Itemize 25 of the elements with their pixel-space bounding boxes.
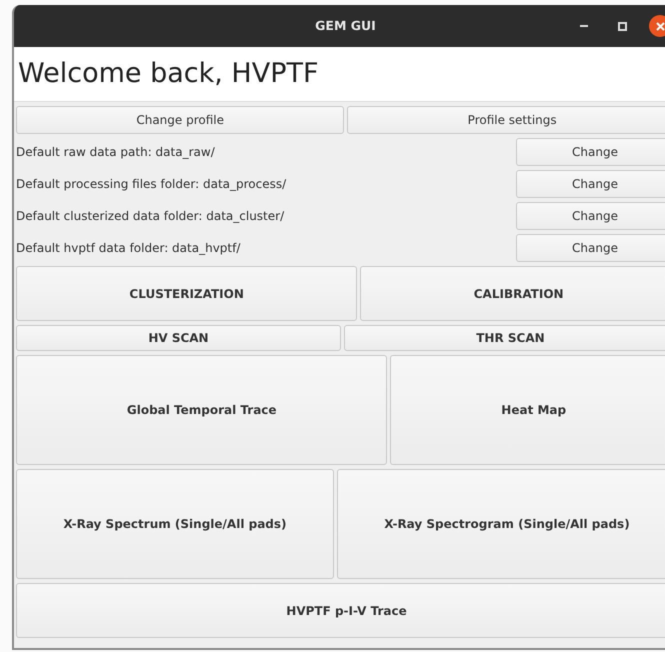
analysis-button[interactable]: Global Temporal Trace xyxy=(16,355,388,465)
path-label: Default clusterized data folder: data_cluster/ xyxy=(16,208,286,225)
analysis-button[interactable]: THR SCAN xyxy=(344,325,665,351)
analysis-button[interactable]: CALIBRATION xyxy=(360,266,665,321)
window-title: GEM GUI xyxy=(315,16,376,35)
analysis-button[interactable]: CLUSTERIZATION xyxy=(16,266,358,321)
minimize-icon xyxy=(580,25,588,27)
change-button[interactable]: Change xyxy=(516,170,665,198)
analysis-button[interactable]: X-Ray Spectrum (Single/All pads) xyxy=(16,469,334,579)
analysis-button[interactable]: X-Ray Spectrogram (Single/All pads) xyxy=(336,469,665,579)
maximize-icon xyxy=(618,22,626,30)
welcome-heading: Welcome back, HVPTF xyxy=(14,47,665,102)
change-button[interactable]: Change xyxy=(516,234,665,262)
path-label: Default raw data path: data_raw/ xyxy=(16,144,216,161)
close-button[interactable] xyxy=(649,15,665,37)
analysis-button[interactable]: HVPTF p-I-V Trace xyxy=(16,583,665,638)
close-icon xyxy=(656,22,664,30)
path-label: Default processing files folder: data_process/ xyxy=(16,176,288,193)
analysis-button[interactable]: HV SCAN xyxy=(16,325,341,351)
path-label: Default hvptf data folder: data_hvptf/ xyxy=(16,240,242,257)
change-button[interactable]: Change xyxy=(516,138,665,166)
change-button[interactable]: Change xyxy=(516,202,665,230)
profile-button[interactable]: Profile settings xyxy=(347,106,665,134)
analysis-button[interactable]: Heat Map xyxy=(390,355,665,465)
profile-button[interactable]: Change profile xyxy=(16,106,344,134)
